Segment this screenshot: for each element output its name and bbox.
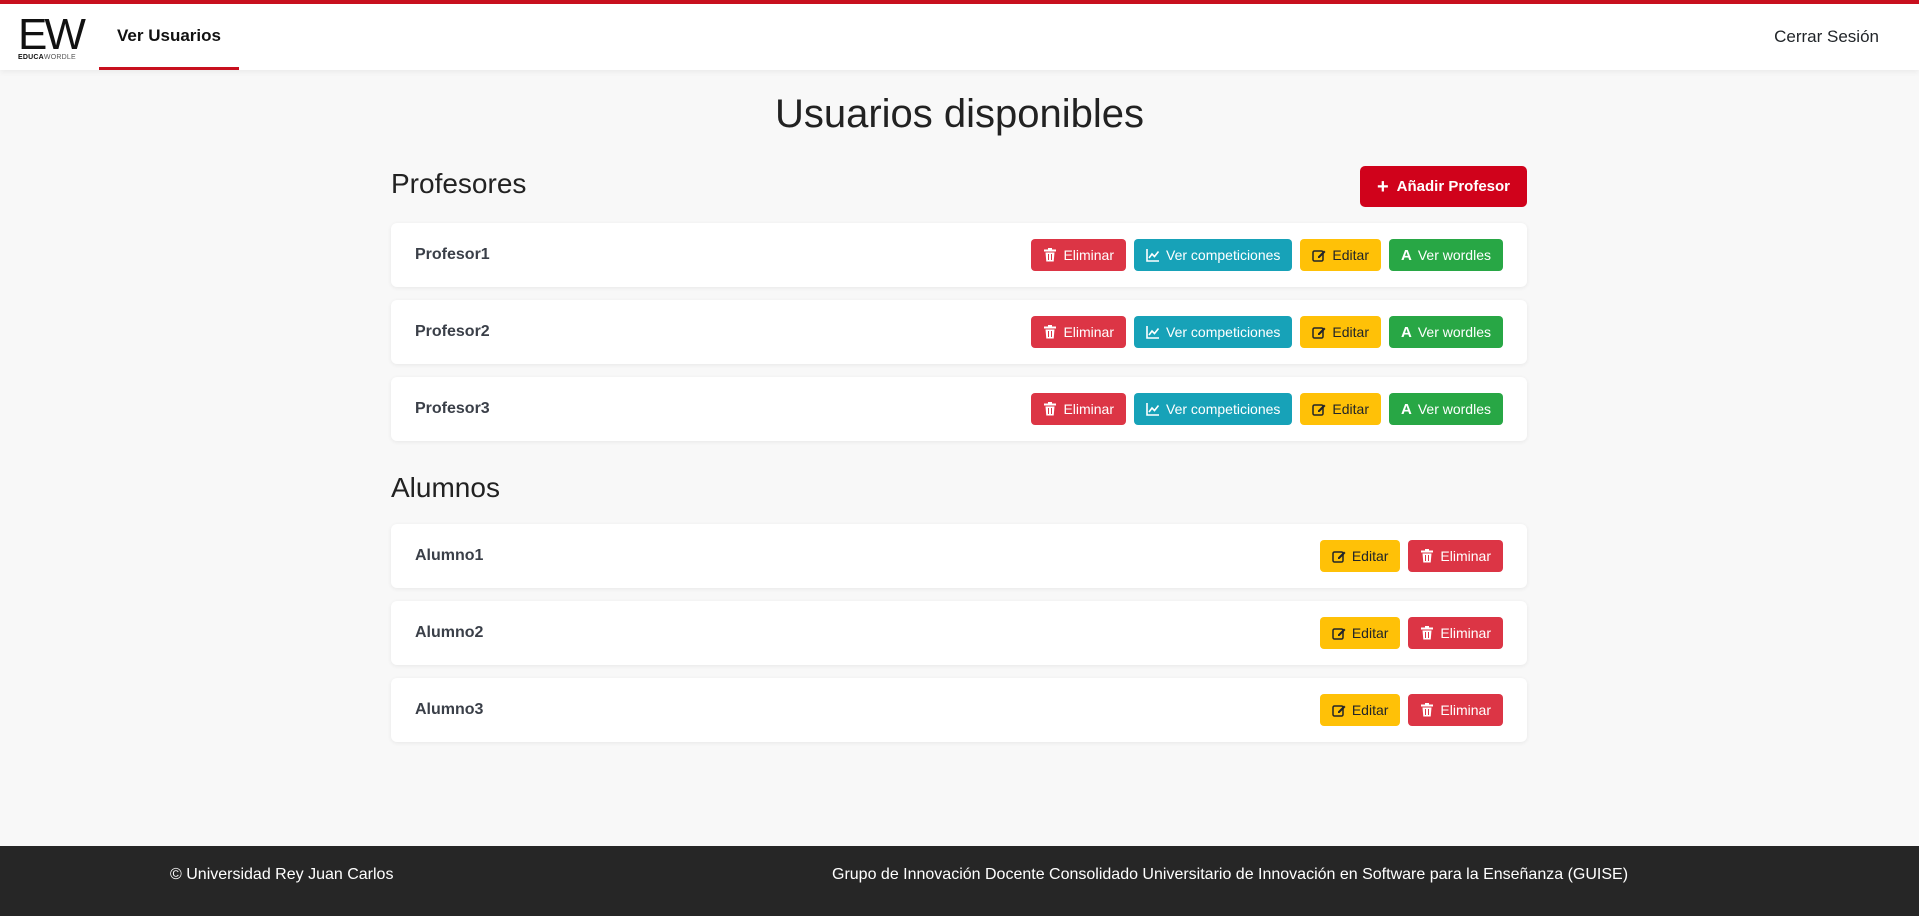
edit-icon	[1312, 404, 1326, 416]
section-title-profesores: Profesores	[391, 168, 527, 199]
chart-line-icon	[1146, 326, 1160, 339]
font-a-icon: A	[1401, 323, 1412, 341]
nav-tab-ver-usuarios[interactable]: Ver Usuarios	[99, 4, 239, 70]
profesor-row: Profesor1 Eliminar Ver competiciones Edi…	[391, 223, 1527, 287]
edit-icon	[1332, 551, 1346, 563]
delete-button[interactable]: Eliminar	[1031, 239, 1127, 271]
edit-label: Editar	[1332, 324, 1369, 340]
logo-mark: EW	[18, 10, 86, 59]
profesor-actions: Eliminar Ver competiciones Editar A Ver …	[1031, 316, 1503, 348]
delete-button[interactable]: Eliminar	[1408, 540, 1503, 572]
delete-button[interactable]: Eliminar	[1408, 617, 1503, 649]
view-wordles-button[interactable]: A Ver wordles	[1389, 316, 1503, 348]
font-a-icon: A	[1401, 246, 1412, 264]
delete-label: Eliminar	[1063, 401, 1115, 417]
view-competitions-button[interactable]: Ver competiciones	[1134, 393, 1293, 425]
edit-label: Editar	[1351, 548, 1389, 564]
trash-icon	[1044, 248, 1057, 262]
delete-label: Eliminar	[1440, 625, 1491, 641]
edit-button[interactable]: Editar	[1319, 694, 1401, 726]
alumno-name: Alumno2	[415, 624, 484, 641]
footer-group-credit: Grupo de Innovación Docente Consolidado …	[832, 866, 1629, 883]
chart-line-icon	[1146, 403, 1160, 416]
alumno-actions: Editar Eliminar	[1319, 617, 1503, 649]
logo-text-light: WORDLE	[43, 54, 76, 61]
trash-icon	[1044, 325, 1057, 339]
edit-button[interactable]: Editar	[1300, 239, 1381, 271]
top-navbar: EW EDUCAWORDLE Ver Usuarios Cerrar Sesió…	[0, 0, 1919, 70]
edit-icon	[1332, 705, 1346, 717]
profesor-row: Profesor2 Eliminar Ver competiciones Edi…	[391, 300, 1527, 364]
delete-label: Eliminar	[1063, 324, 1115, 340]
edit-label: Editar	[1332, 247, 1369, 263]
logo-text-bold: EDUCA	[18, 54, 44, 61]
alumno-name: Alumno1	[415, 547, 484, 564]
profesor-actions: Eliminar Ver competiciones Editar A Ver …	[1031, 393, 1503, 425]
view-competitions-button[interactable]: Ver competiciones	[1134, 239, 1293, 271]
delete-label: Eliminar	[1440, 548, 1491, 564]
trash-icon	[1421, 703, 1434, 717]
view-competitions-button[interactable]: Ver competiciones	[1134, 316, 1293, 348]
logout-link[interactable]: Cerrar Sesión	[1774, 4, 1879, 70]
view-wordles-button[interactable]: A Ver wordles	[1389, 393, 1503, 425]
edit-button[interactable]: Editar	[1300, 316, 1381, 348]
delete-label: Eliminar	[1440, 702, 1491, 718]
delete-label: Eliminar	[1063, 247, 1115, 263]
delete-button[interactable]: Eliminar	[1408, 694, 1503, 726]
profesor-name: Profesor3	[415, 400, 490, 417]
plus-icon: +	[1376, 175, 1389, 198]
educawordle-logo[interactable]: EW EDUCAWORDLE	[18, 10, 86, 64]
trash-icon	[1421, 549, 1434, 563]
edit-icon	[1312, 327, 1326, 339]
view-wordles-label: Ver wordles	[1417, 401, 1491, 417]
add-profesor-label: Añadir Profesor	[1396, 178, 1511, 195]
profesor-row: Profesor3 Eliminar Ver competiciones Edi…	[391, 377, 1527, 441]
alumno-row: Alumno2 Editar Eliminar	[391, 601, 1527, 665]
font-a-icon: A	[1401, 400, 1412, 418]
edit-label: Editar	[1351, 625, 1389, 641]
page-title: Usuarios disponibles	[774, 92, 1145, 136]
view-competitions-label: Ver competiciones	[1166, 401, 1281, 417]
view-competitions-label: Ver competiciones	[1166, 247, 1281, 263]
chart-line-icon	[1146, 249, 1160, 262]
view-wordles-button[interactable]: A Ver wordles	[1389, 239, 1503, 271]
alumno-actions: Editar Eliminar	[1319, 540, 1503, 572]
edit-button[interactable]: Editar	[1319, 540, 1401, 572]
trash-icon	[1044, 402, 1057, 416]
alumno-row: Alumno1 Editar Eliminar	[391, 524, 1527, 588]
delete-button[interactable]: Eliminar	[1031, 316, 1127, 348]
trash-icon	[1421, 626, 1434, 640]
alumno-name: Alumno3	[415, 701, 484, 718]
profesor-actions: Eliminar Ver competiciones Editar A Ver …	[1031, 239, 1503, 271]
edit-icon	[1332, 628, 1346, 640]
delete-button[interactable]: Eliminar	[1031, 393, 1127, 425]
profesor-name: Profesor2	[415, 323, 490, 340]
footer-copyright: © Universidad Rey Juan Carlos	[170, 866, 394, 883]
logo-text: EDUCAWORDLE	[18, 54, 76, 62]
edit-label: Editar	[1351, 702, 1389, 718]
add-profesor-button[interactable]: + Añadir Profesor	[1360, 166, 1527, 207]
section-title-alumnos: Alumnos	[391, 472, 500, 503]
alumno-actions: Editar Eliminar	[1319, 694, 1503, 726]
footer: © Universidad Rey Juan Carlos Grupo de I…	[0, 846, 1919, 916]
view-wordles-label: Ver wordles	[1417, 247, 1491, 263]
edit-label: Editar	[1332, 401, 1369, 417]
view-wordles-label: Ver wordles	[1417, 324, 1491, 340]
edit-icon	[1312, 250, 1326, 262]
edit-button[interactable]: Editar	[1319, 617, 1401, 649]
edit-button[interactable]: Editar	[1300, 393, 1381, 425]
alumno-row: Alumno3 Editar Eliminar	[391, 678, 1527, 742]
view-competitions-label: Ver competiciones	[1166, 324, 1281, 340]
profesor-name: Profesor1	[415, 246, 490, 263]
